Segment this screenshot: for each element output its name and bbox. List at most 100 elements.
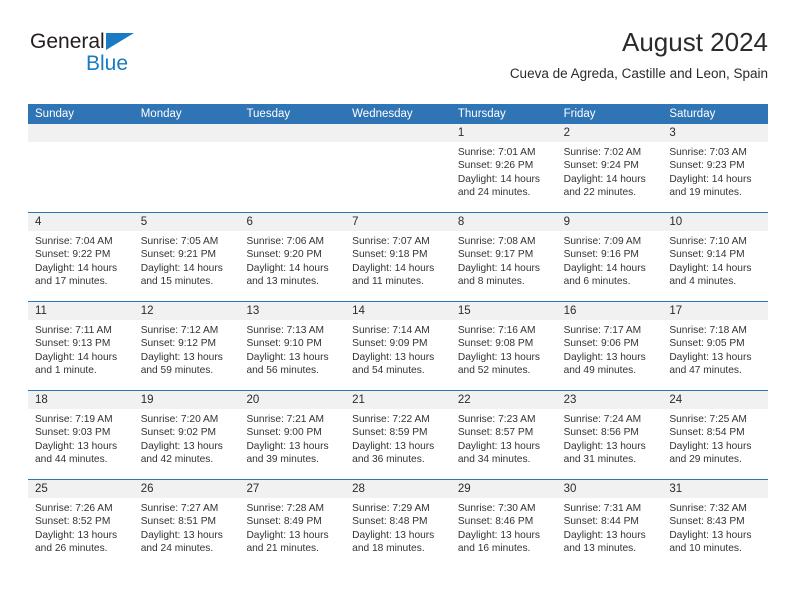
calendar-day-cell[interactable]: 25 Sunrise: 7:26 AM Sunset: 8:52 PM Dayligh… xyxy=(28,480,134,568)
sunset-text: Sunset: 8:44 PM xyxy=(563,516,639,528)
calendar-week-cells: 11 Sunrise: 7:11 AM Sunset: 9:13 PM Dayligh… xyxy=(28,302,769,390)
calendar-day-cell[interactable]: 16 Sunrise: 7:17 AM Sunset: 9:06 PM Dayligh… xyxy=(556,302,663,390)
sunset-text: Sunset: 9:26 PM xyxy=(457,160,534,172)
calendar-day-cell[interactable]: 1 Sunrise: 7:01 AM Sunset: 9:26 PM Daylight… xyxy=(450,124,557,212)
sunrise-text: Sunrise: 7:25 AM xyxy=(669,414,747,425)
calendar-day-cell[interactable]: 2 Sunrise: 7:02 AM Sunset: 9:24 PM Daylight… xyxy=(556,124,663,212)
sunrise-text: Sunrise: 7:11 AM xyxy=(35,325,112,336)
calendar-day-cell[interactable]: 21 Sunrise: 7:22 AM Sunset: 8:59 PM Dayligh… xyxy=(345,391,451,479)
day-number xyxy=(134,124,240,142)
day-details xyxy=(345,142,451,146)
calendar-day-cell[interactable]: 8 Sunrise: 7:08 AM Sunset: 9:17 PM Daylight… xyxy=(450,213,557,301)
calendar-day-cell[interactable]: 5 Sunrise: 7:05 AM Sunset: 9:21 PM Daylight… xyxy=(133,213,240,301)
calendar-day-cell[interactable]: 23 Sunrise: 7:24 AM Sunset: 8:56 PM Dayligh… xyxy=(556,391,663,479)
daylight-text: and 36 minutes. xyxy=(352,454,425,466)
calendar-day-cell[interactable]: 30 Sunrise: 7:31 AM Sunset: 8:44 PM Dayligh… xyxy=(556,480,663,568)
calendar-week-row: 4 Sunrise: 7:04 AM Sunset: 9:22 PM Daylight… xyxy=(28,212,769,301)
calendar-day-cell[interactable]: 26 Sunrise: 7:27 AM Sunset: 8:51 PM Dayligh… xyxy=(133,480,240,568)
sunset-text: Sunset: 8:49 PM xyxy=(246,516,322,528)
calendar-day-cell[interactable]: 17 Sunrise: 7:18 AM Sunset: 9:05 PM Dayligh… xyxy=(662,302,769,390)
daylight-text: and 11 minutes. xyxy=(352,276,424,288)
sunrise-text: Sunrise: 7:17 AM xyxy=(563,325,642,336)
daylight-text: and 42 minutes. xyxy=(140,454,214,466)
sunset-text: Sunset: 9:17 PM xyxy=(457,249,534,261)
calendar-day-cell[interactable]: 18 Sunrise: 7:19 AM Sunset: 9:03 PM Dayligh… xyxy=(28,391,134,479)
day-number: 4 xyxy=(35,216,42,228)
sunset-text: Sunset: 8:59 PM xyxy=(352,427,428,439)
day-number: 26 xyxy=(140,483,154,495)
daylight-text: and 31 minutes. xyxy=(563,454,637,466)
calendar-day-cell[interactable]: 3 Sunrise: 7:03 AM Sunset: 9:23 PM Daylight… xyxy=(662,124,769,212)
day-number: 29 xyxy=(457,483,471,495)
calendar-empty-cell xyxy=(239,124,346,212)
day-details: Sunrise: 7:20 AM Sunset: 9:02 PM Daylight:… xyxy=(134,409,240,467)
calendar-day-cell[interactable]: 22 Sunrise: 7:23 AM Sunset: 8:57 PM Dayligh… xyxy=(450,391,557,479)
daylight-text: and 13 minutes. xyxy=(563,543,637,555)
weekday-header-thursday: Thursday xyxy=(457,108,506,120)
weekday-header-monday: Monday xyxy=(140,108,182,120)
day-number: 28 xyxy=(352,483,365,495)
day-details: Sunrise: 7:01 AM Sunset: 9:26 PM Daylight:… xyxy=(451,142,557,200)
daylight-text: Daylight: 13 hours xyxy=(352,440,435,452)
sunrise-text: Sunrise: 7:20 AM xyxy=(140,414,219,425)
calendar-day-cell[interactable]: 19 Sunrise: 7:20 AM Sunset: 9:02 PM Dayligh… xyxy=(133,391,240,479)
calendar-day-cell[interactable]: 9 Sunrise: 7:09 AM Sunset: 9:16 PM Daylight… xyxy=(556,213,663,301)
weekday-header-row: Sunday Monday Tuesday Wednesday Thursday Frid… xyxy=(28,104,768,124)
calendar-day-cell[interactable]: 15 Sunrise: 7:16 AM Sunset: 9:08 PM Dayligh… xyxy=(450,302,557,390)
daylight-text: and 13 minutes. xyxy=(246,276,319,288)
calendar-day-cell[interactable]: 14 Sunrise: 7:14 AM Sunset: 9:09 PM Dayligh… xyxy=(345,302,451,390)
day-number: 15 xyxy=(457,305,471,317)
day-details: Sunrise: 7:23 AM Sunset: 8:57 PM Daylight:… xyxy=(451,409,557,467)
sunset-text: Sunset: 9:23 PM xyxy=(669,160,745,172)
calendar-day-cell[interactable]: 24 Sunrise: 7:25 AM Sunset: 8:54 PM Dayligh… xyxy=(662,391,769,479)
daylight-text: and 54 minutes. xyxy=(352,365,425,377)
daylight-text: and 18 minutes. xyxy=(352,543,425,555)
daylight-text: and 52 minutes. xyxy=(457,365,531,377)
day-number: 27 xyxy=(246,483,260,495)
day-details: Sunrise: 7:10 AM Sunset: 9:14 PM Daylight:… xyxy=(662,231,768,289)
sunrise-text: Sunrise: 7:07 AM xyxy=(352,236,430,247)
weekday-header-wednesday: Wednesday xyxy=(352,108,413,120)
calendar-day-cell[interactable]: 10 Sunrise: 7:10 AM Sunset: 9:14 PM Dayligh… xyxy=(662,213,769,301)
calendar-day-cell[interactable]: 28 Sunrise: 7:29 AM Sunset: 8:48 PM Dayligh… xyxy=(345,480,451,568)
calendar-week-row: 25 Sunrise: 7:26 AM Sunset: 8:52 PM Dayligh… xyxy=(28,479,769,568)
calendar-week-cells: 1 Sunrise: 7:01 AM Sunset: 9:26 PM Daylight… xyxy=(28,124,769,212)
sunrise-text: Sunrise: 7:09 AM xyxy=(563,236,642,247)
calendar-day-cell[interactable]: 12 Sunrise: 7:12 AM Sunset: 9:12 PM Dayligh… xyxy=(133,302,240,390)
calendar-week-row: 18 Sunrise: 7:19 AM Sunset: 9:03 PM Dayligh… xyxy=(28,390,769,479)
calendar-weeks: 1 Sunrise: 7:01 AM Sunset: 9:26 PM Daylight… xyxy=(28,124,769,568)
daylight-text: Daylight: 14 hours xyxy=(35,351,118,363)
day-details xyxy=(134,142,240,146)
day-details: Sunrise: 7:29 AM Sunset: 8:48 PM Daylight:… xyxy=(345,498,451,556)
sunrise-text: Sunrise: 7:31 AM xyxy=(563,503,642,514)
sunrise-text: Sunrise: 7:03 AM xyxy=(669,147,747,158)
day-details: Sunrise: 7:17 AM Sunset: 9:06 PM Daylight:… xyxy=(557,320,663,378)
daylight-text: Daylight: 13 hours xyxy=(246,351,329,363)
day-details: Sunrise: 7:22 AM Sunset: 8:59 PM Daylight:… xyxy=(345,409,451,467)
day-details: Sunrise: 7:21 AM Sunset: 9:00 PM Daylight:… xyxy=(239,409,345,467)
calendar-day-cell[interactable]: 4 Sunrise: 7:04 AM Sunset: 9:22 PM Daylight… xyxy=(28,213,134,301)
calendar-day-cell[interactable]: 29 Sunrise: 7:30 AM Sunset: 8:46 PM Dayligh… xyxy=(450,480,557,568)
calendar-day-cell[interactable]: 11 Sunrise: 7:11 AM Sunset: 9:13 PM Dayligh… xyxy=(28,302,134,390)
calendar-day-cell[interactable]: 13 Sunrise: 7:13 AM Sunset: 9:10 PM Dayligh… xyxy=(239,302,346,390)
sunrise-text: Sunrise: 7:24 AM xyxy=(563,414,642,425)
calendar-day-cell[interactable]: 20 Sunrise: 7:21 AM Sunset: 9:00 PM Dayligh… xyxy=(239,391,346,479)
daylight-text: and 56 minutes. xyxy=(246,365,319,377)
daylight-text: and 49 minutes. xyxy=(563,365,637,377)
sunrise-text: Sunrise: 7:02 AM xyxy=(563,147,642,158)
day-details: Sunrise: 7:26 AM Sunset: 8:52 PM Daylight:… xyxy=(28,498,134,556)
day-number: 24 xyxy=(669,394,683,406)
calendar-day-cell[interactable]: 27 Sunrise: 7:28 AM Sunset: 8:49 PM Dayligh… xyxy=(239,480,346,568)
daylight-text: Daylight: 14 hours xyxy=(457,173,540,185)
calendar-day-cell[interactable]: 7 Sunrise: 7:07 AM Sunset: 9:18 PM Daylight… xyxy=(345,213,451,301)
daylight-text: Daylight: 13 hours xyxy=(140,440,223,452)
sunrise-text: Sunrise: 7:28 AM xyxy=(246,503,325,514)
general-blue-logo[interactable]: General Blue xyxy=(30,30,230,82)
day-details: Sunrise: 7:12 AM Sunset: 9:12 PM Daylight:… xyxy=(134,320,240,378)
daylight-text: Daylight: 14 hours xyxy=(246,262,329,274)
sunrise-text: Sunrise: 7:23 AM xyxy=(457,414,536,425)
calendar-day-cell[interactable]: 31 Sunrise: 7:32 AM Sunset: 8:43 PM Dayligh… xyxy=(662,480,769,568)
calendar-day-cell[interactable]: 6 Sunrise: 7:06 AM Sunset: 9:20 PM Daylight… xyxy=(239,213,346,301)
daylight-text: Daylight: 13 hours xyxy=(457,440,540,452)
daylight-text: Daylight: 14 hours xyxy=(563,173,646,185)
